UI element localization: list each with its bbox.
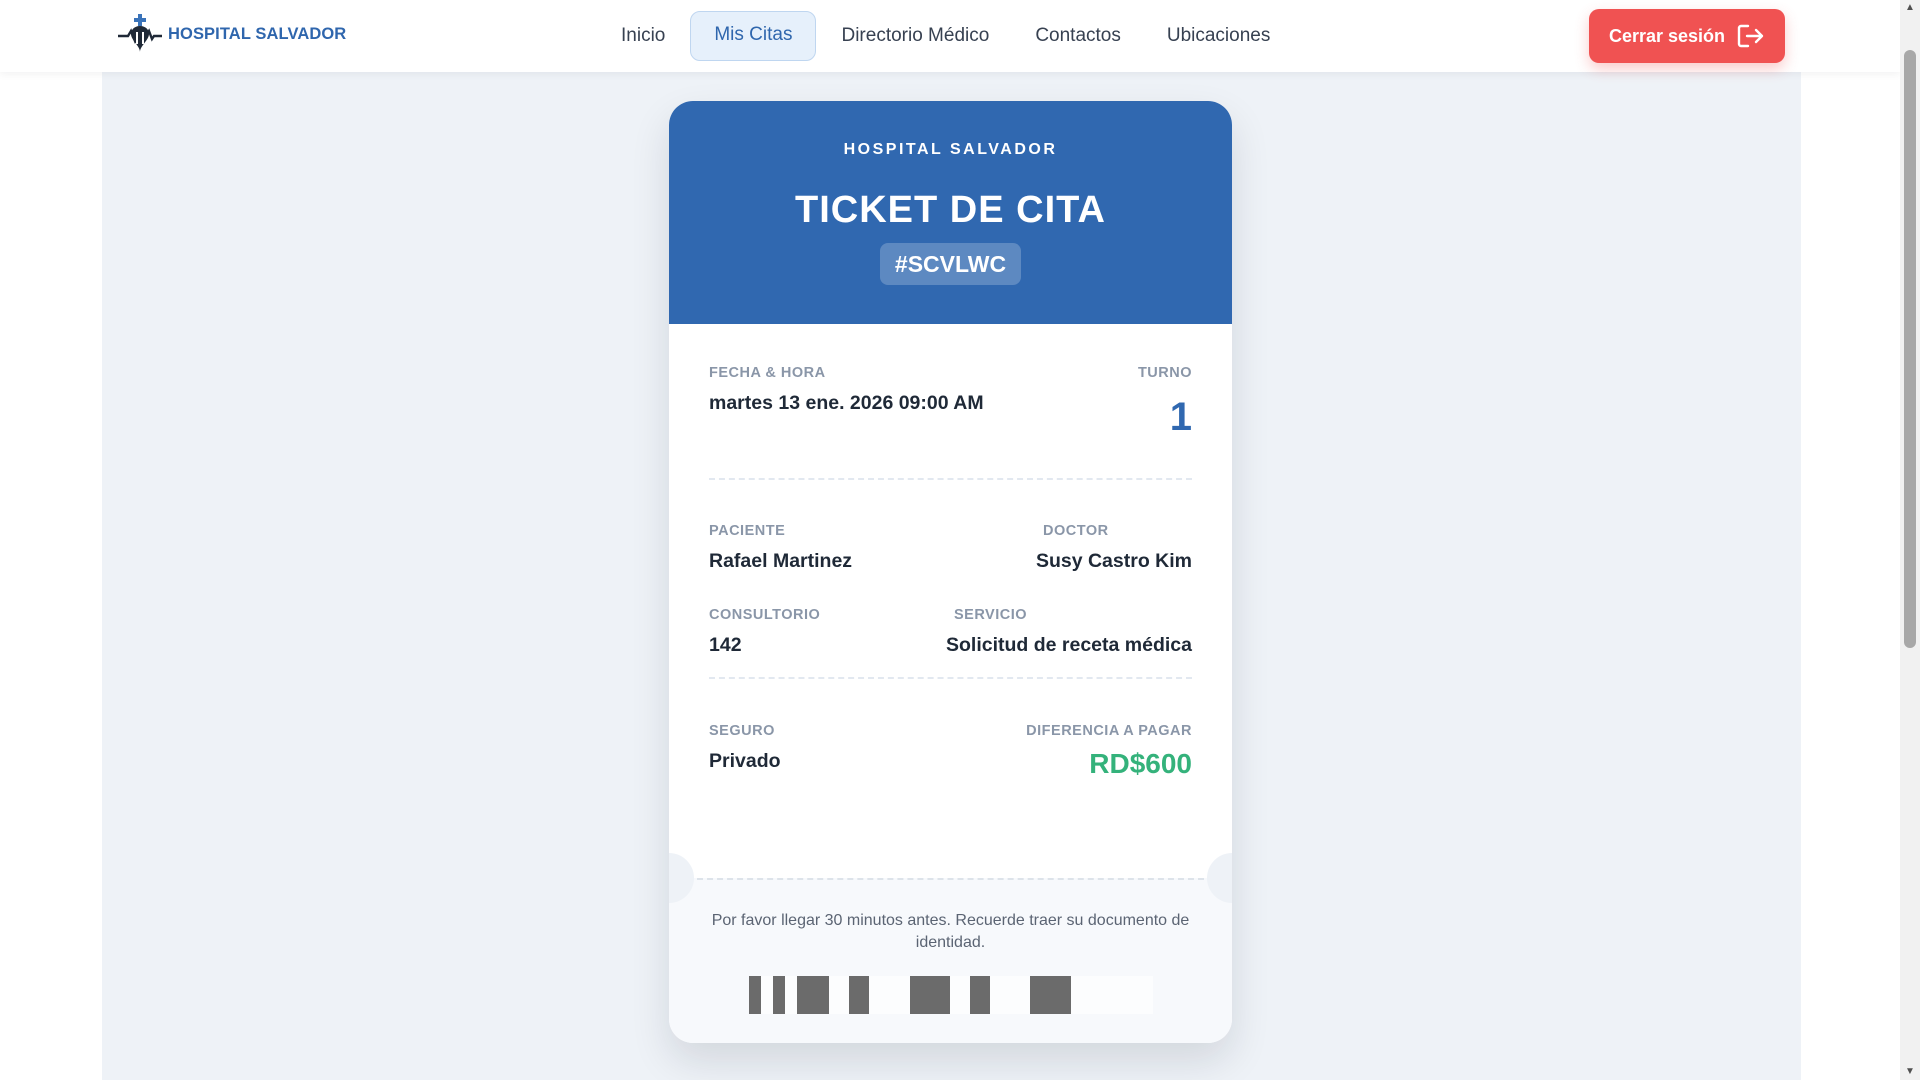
consultorio-label: CONSULTORIO [709,607,821,623]
fecha-hora-label: FECHA & HORA [709,365,826,381]
servicio-label: SERVICIO [954,607,1028,623]
logout-button[interactable]: Cerrar sesión [1589,9,1785,63]
appointment-ticket: HOSPITAL SALVADOR TICKET DE CITA #SCVLWC… [669,101,1232,1043]
barcode-bar [849,976,869,1014]
page-scrollbar[interactable]: ▲ ▼ [1900,0,1920,1080]
turno-label: TURNO [1137,365,1192,381]
logout-label: Cerrar sesión [1608,25,1726,46]
paciente-value: Rafael Martinez [709,550,853,572]
servicio-value: Solicitud de receta médica [945,634,1192,656]
logout-icon [1737,24,1764,48]
scrollbar-thumb[interactable] [1904,50,1916,648]
brand[interactable]: HOSPITAL SALVADOR [116,12,346,56]
scroll-down-arrow-icon[interactable]: ▼ [1900,1064,1920,1080]
ticket-note: Por favor llegar 30 minutos antes. Recue… [711,912,1190,951]
tear-line [697,878,1204,880]
barcode-bar [797,976,829,1014]
ticket-code-badge: #SCVLWC [880,243,1021,285]
ticket-title: TICKET DE CITA [795,189,1106,231]
diferencia-label: DIFERENCIA A PAGAR [1026,723,1192,739]
diferencia-value: RD$600 [1089,748,1192,779]
barcode [749,976,1153,1014]
ticket-header: HOSPITAL SALVADOR TICKET DE CITA #SCVLWC [669,101,1232,324]
ticket-hospital-name: HOSPITAL SALVADOR [843,141,1058,158]
seguro-value: Privado [709,750,781,772]
doctor-value: Susy Castro Kim [1035,550,1192,572]
seguro-label: SEGURO [709,723,775,739]
brand-name: HOSPITAL SALVADOR [168,24,347,43]
barcode-bar [773,976,785,1014]
nav-item-ubicaciones[interactable]: Ubicaciones [1144,12,1294,60]
hospital-logo-icon [118,14,162,52]
top-navbar: HOSPITAL SALVADOR Inicio Mis Citas Direc… [0,0,1900,72]
nav-item-directorio-medico[interactable]: Directorio Médico [818,12,1012,60]
fecha-hora-value: martes 13 ene. 2026 09:00 AM [709,392,984,414]
ticket-footer: Por favor llegar 30 minutos antes. Recue… [669,853,1232,1043]
nav-item-inicio[interactable]: Inicio [598,12,688,60]
section-divider [709,478,1192,480]
barcode-bar [970,976,990,1014]
section-divider [709,677,1192,679]
nav-item-mis-citas[interactable]: Mis Citas [690,11,817,61]
main-nav: Inicio Mis Citas Directorio Médico Conta… [598,11,1293,61]
paciente-label: PACIENTE [709,523,786,539]
scroll-up-arrow-icon[interactable]: ▲ [1900,0,1920,16]
turno-value: 1 [1169,395,1192,439]
consultorio-value: 142 [709,634,742,656]
barcode-bar [1030,976,1071,1014]
nav-item-contactos[interactable]: Contactos [1012,12,1144,60]
doctor-label: DOCTOR [1043,523,1109,539]
barcode-bar [910,976,950,1014]
barcode-bar [749,976,761,1014]
